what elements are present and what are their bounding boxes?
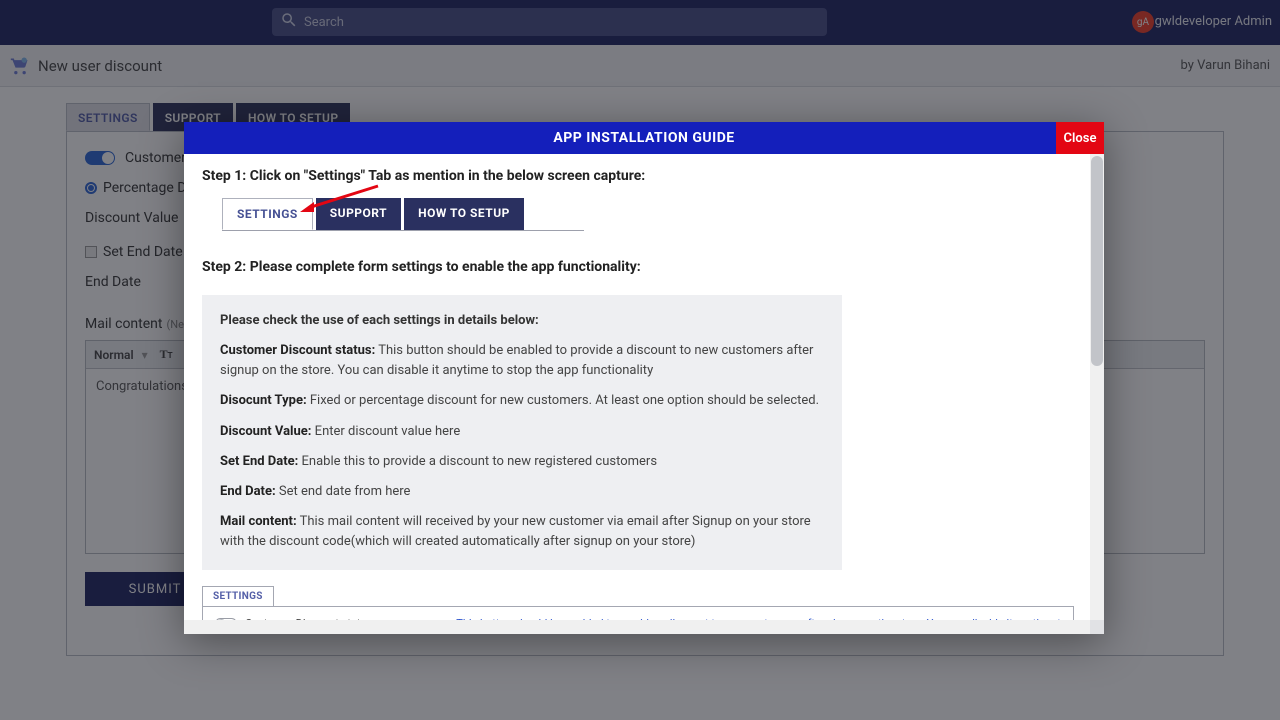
modal-bottom-scrollbar[interactable] [184,620,1104,634]
modal-title: APP INSTALLATION GUIDE [184,130,1104,146]
step-1-heading: Step 1: Click on "Settings" Tab as menti… [202,168,1086,184]
strip-tab-settings: SETTINGS [202,586,274,606]
step-2-heading: Step 2: Please complete form settings to… [202,259,1086,275]
explain-lead: Please check the use of each settings in… [220,311,824,331]
red-arrow-icon [300,184,380,214]
modal-close-button[interactable]: Close [1056,122,1104,154]
modal-scrollbar-thumb[interactable] [1091,156,1103,366]
guide-tab-howto: HOW TO SETUP [404,198,524,230]
modal-header: APP INSTALLATION GUIDE Close [184,122,1104,154]
installation-guide-modal: APP INSTALLATION GUIDE Close Step 1: Cli… [184,122,1104,634]
modal-body[interactable]: Step 1: Click on "Settings" Tab as menti… [184,154,1104,634]
settings-explanation-box: Please check the use of each settings in… [202,295,842,570]
